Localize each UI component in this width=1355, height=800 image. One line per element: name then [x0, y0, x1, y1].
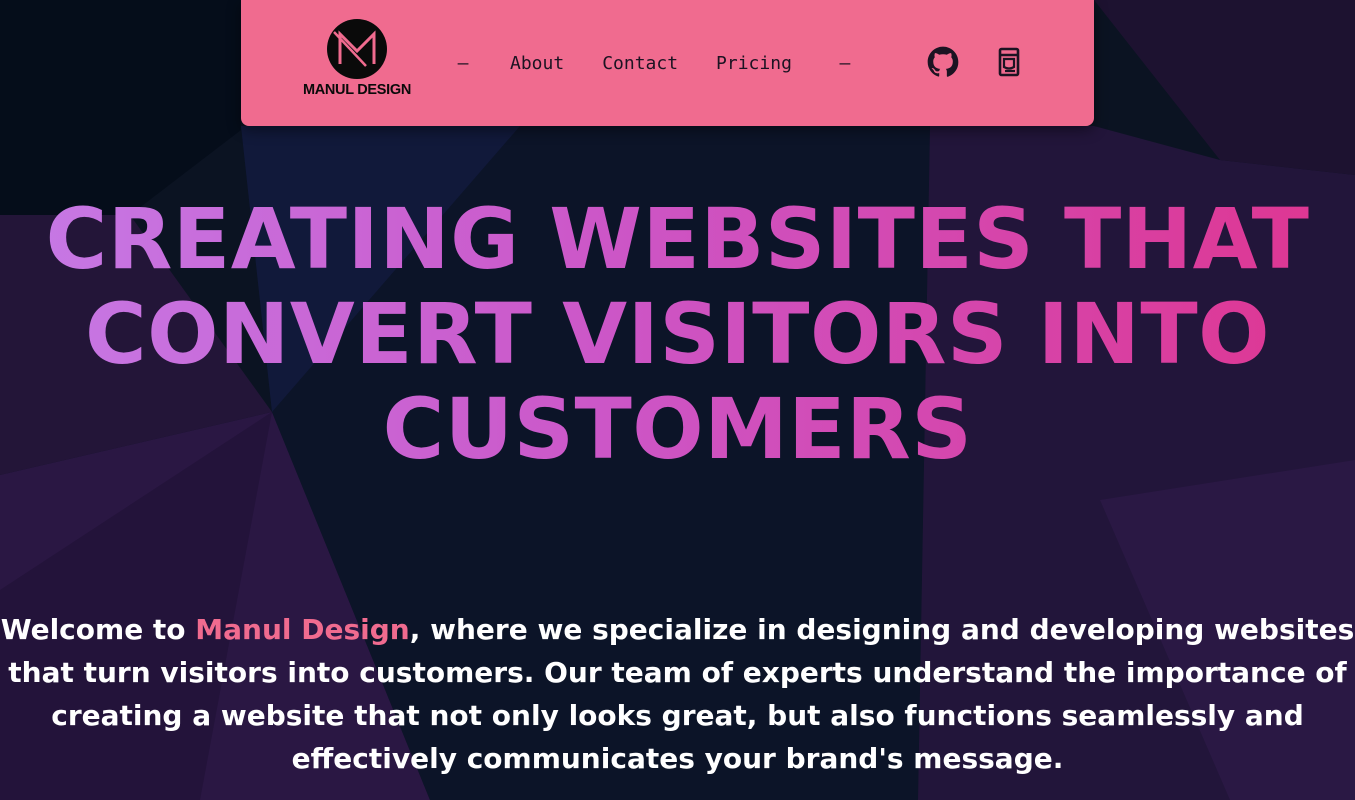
nav-link-contact[interactable]: Contact	[602, 53, 678, 74]
logo[interactable]: MANUL DESIGN	[299, 18, 415, 104]
headline-line-3: CUSTOMERS	[382, 380, 973, 478]
headline-line-2: CONVERT VISITORS INTO	[84, 285, 1271, 383]
navbar: MANUL DESIGN – About Contact Pricing –	[241, 0, 1094, 126]
hero-headline: CREATING WEBSITES THAT CONVERT VISITORS …	[0, 192, 1355, 477]
manul-logo-icon	[327, 19, 387, 79]
github-icon[interactable]	[927, 46, 959, 78]
intro-brand-name: Manul Design	[195, 613, 410, 646]
nav-separator-left: –	[457, 52, 469, 74]
headline-line-1: CREATING WEBSITES THAT	[45, 190, 1310, 288]
logo-text: MANUL DESIGN	[302, 82, 412, 98]
hero-intro-paragraph: Welcome to Manul Design, where we specia…	[0, 608, 1355, 780]
nav-link-about[interactable]: About	[510, 53, 564, 74]
intro-prefix: Welcome to	[0, 613, 196, 646]
nav-separator-right: –	[839, 52, 851, 74]
coffee-icon[interactable]	[993, 46, 1025, 78]
nav-links: – About Contact Pricing –	[456, 50, 852, 76]
nav-link-pricing[interactable]: Pricing	[716, 53, 792, 74]
page: MANUL DESIGN – About Contact Pricing – C…	[0, 0, 1355, 800]
